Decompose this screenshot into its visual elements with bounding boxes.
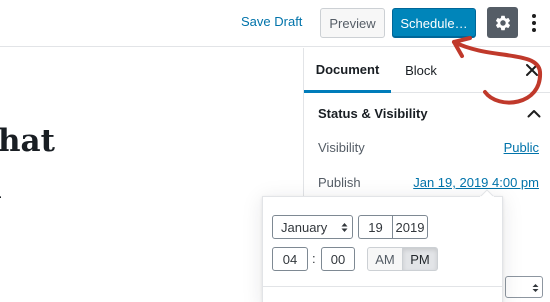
more-vertical-icon (532, 14, 536, 18)
month-select[interactable]: January (272, 215, 353, 239)
schedule-button[interactable]: Schedule… (392, 8, 476, 38)
close-icon[interactable] (525, 63, 539, 77)
editor-toolbar: Save Draft Preview Schedule… (0, 0, 550, 47)
tab-block[interactable]: Block (391, 48, 451, 93)
pm-button[interactable]: PM (402, 247, 438, 271)
more-options-button[interactable] (527, 9, 541, 37)
minute-input[interactable]: 00 (321, 247, 355, 271)
am-button[interactable]: AM (367, 247, 403, 271)
preview-button[interactable]: Preview (320, 8, 385, 38)
status-visibility-panel-toggle[interactable]: Status & Visibility (304, 94, 550, 134)
chevron-up-icon (527, 110, 541, 118)
panel-title: Status & Visibility (318, 106, 428, 121)
day-input[interactable]: 19 (358, 215, 392, 239)
sidebar-tabs: Document Block (304, 48, 550, 93)
time-separator: : (312, 251, 316, 266)
month-value: January (281, 219, 328, 235)
popover-arrow (480, 189, 494, 197)
hour-input[interactable]: 04 (272, 247, 308, 271)
publish-label: Publish (318, 175, 361, 190)
gear-icon (495, 15, 510, 30)
select-arrows-icon (341, 223, 348, 232)
sidebar-select[interactable] (505, 276, 543, 298)
year-input[interactable]: 2019 (392, 215, 428, 239)
editor-canvas[interactable]: hat l (0, 48, 303, 302)
popover-divider (263, 286, 502, 287)
save-draft-link[interactable]: Save Draft (241, 14, 302, 29)
select-arrows-icon (532, 284, 539, 292)
settings-button[interactable] (487, 7, 518, 38)
post-title-line-1[interactable]: hat (0, 123, 55, 159)
tab-document[interactable]: Document (304, 48, 391, 93)
visibility-label: Visibility (318, 140, 365, 155)
visibility-link[interactable]: Public (504, 140, 539, 155)
publish-date-link[interactable]: Jan 19, 2019 4:00 pm (413, 175, 539, 190)
post-title-line-2[interactable]: l (0, 170, 2, 206)
